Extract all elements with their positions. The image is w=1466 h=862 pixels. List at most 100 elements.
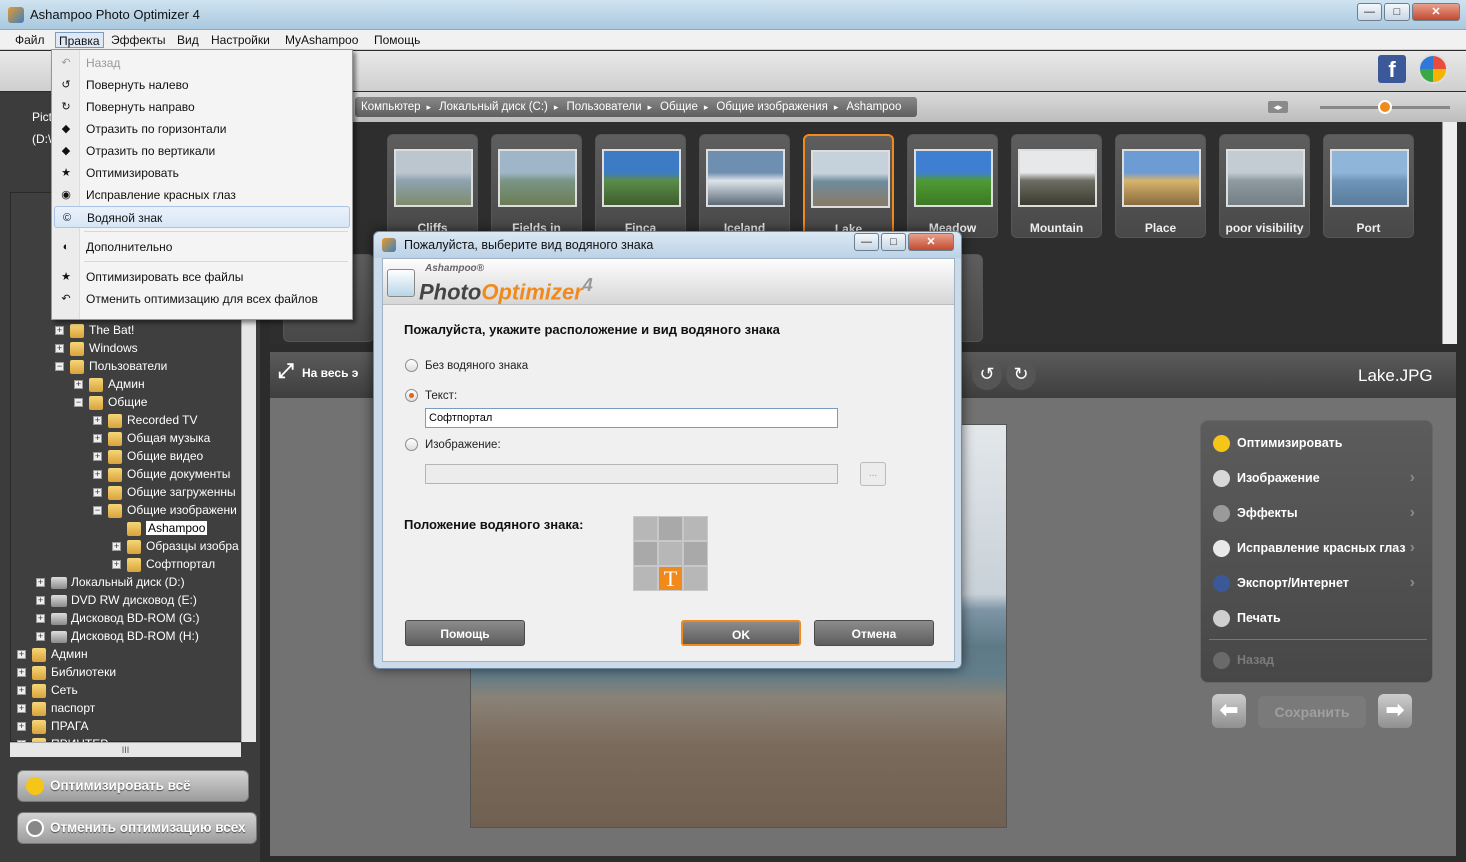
expand-toggle-icon[interactable]: + (55, 326, 64, 336)
expand-toggle-icon[interactable]: − (93, 506, 102, 516)
tree-node[interactable]: + Общие видео (93, 447, 203, 465)
position-middle-right[interactable] (683, 541, 708, 566)
menu-file[interactable]: Файл (12, 32, 48, 48)
action-facebook[interactable]: Экспорт/Интернет › (1211, 572, 1421, 594)
image-watermark-radio[interactable] (405, 438, 418, 451)
thumbnail[interactable]: Meadow (907, 134, 998, 238)
menu-item[interactable]: ◆ Отразить по горизонтали (54, 118, 350, 140)
thumbnail[interactable]: Iceland (699, 134, 790, 238)
dialog-minimize-button[interactable]: — (854, 233, 879, 251)
position-bottom-right[interactable] (683, 566, 708, 591)
menu-effects[interactable]: Эффекты (108, 32, 169, 48)
picasa-icon[interactable] (1418, 54, 1448, 84)
expand-toggle-icon[interactable]: + (36, 614, 45, 624)
watermark-text-input[interactable] (425, 408, 838, 428)
action-eye[interactable]: Исправление красных глаз › (1211, 537, 1421, 559)
watermark-image-path-input[interactable] (425, 464, 838, 484)
tree-node[interactable]: + Локальный диск (D:) (36, 573, 185, 591)
tree-node[interactable]: + Софтпортал (112, 555, 215, 573)
breadcrumb-item[interactable]: Локальный диск (C:) (439, 101, 548, 113)
tree-top-item[interactable]: Pict (32, 110, 52, 124)
save-button[interactable]: Сохранить (1258, 696, 1366, 728)
rotate-left-icon[interactable]: ↺ (972, 360, 1002, 390)
next-image-button[interactable]: ➡ (1378, 694, 1412, 728)
thumbnail[interactable]: Fields in Summe (491, 134, 582, 249)
thumbnail-scrollbar[interactable] (1442, 122, 1457, 344)
breadcrumb-chevron-icon[interactable]: ▸ (704, 102, 709, 113)
tree-node[interactable]: + Общие документы (93, 465, 230, 483)
expand-toggle-icon[interactable]: + (93, 488, 102, 498)
tree-node[interactable]: + Дисковод BD-ROM (H:) (36, 627, 199, 645)
thumbnail[interactable]: Mountain (1011, 134, 1102, 238)
menu-item[interactable]: ◉ Исправление красных глаз (54, 184, 350, 206)
expand-toggle-icon[interactable]: + (93, 416, 102, 426)
thumbnail[interactable]: Cliffs (387, 134, 478, 238)
expand-toggle-icon[interactable]: + (93, 470, 102, 480)
menu-item[interactable]: ★ Оптимизировать все файлы (54, 266, 350, 288)
expand-toggle-icon[interactable]: + (112, 560, 121, 570)
tree-node[interactable]: + ПРАГА (17, 717, 89, 735)
position-top-right[interactable] (683, 516, 708, 541)
breadcrumb-item[interactable]: Общие изображения (716, 101, 827, 113)
action-image-adjust[interactable]: Изображение › (1211, 467, 1421, 489)
cancel-button[interactable]: Отмена (814, 620, 934, 646)
no-watermark-radio[interactable] (405, 359, 418, 372)
tree-node[interactable]: + паспорт (17, 699, 95, 717)
menu-item[interactable]: ◆ Отразить по вертикали (54, 140, 350, 162)
position-top-left[interactable] (633, 516, 658, 541)
menu-item[interactable]: ↺ Повернуть налево (54, 74, 350, 96)
browse-button[interactable]: ... (860, 462, 886, 486)
text-watermark-radio[interactable] (405, 389, 418, 402)
tree-node[interactable]: − Общие (74, 393, 147, 411)
view-toggle-icon[interactable]: ◂▸ (1268, 101, 1288, 113)
menu-view[interactable]: Вид (174, 32, 202, 48)
tree-node[interactable]: + Recorded TV (93, 411, 197, 429)
expand-toggle-icon[interactable]: + (112, 542, 121, 552)
menu-myashampoo[interactable]: MyAshampoo (282, 32, 361, 48)
tree-node[interactable]: + Админ (74, 375, 145, 393)
minimize-button[interactable]: — (1357, 3, 1382, 21)
dialog-close-button[interactable]: ✕ (908, 233, 954, 251)
expand-toggle-icon[interactable]: + (36, 578, 45, 588)
expand-toggle-icon[interactable]: + (17, 650, 26, 660)
position-middle-left[interactable] (633, 541, 658, 566)
tree-node[interactable]: + Общая музыка (93, 429, 210, 447)
tree-node[interactable]: + Админ (17, 645, 88, 663)
tree-node[interactable]: + Сеть (17, 681, 78, 699)
breadcrumb-chevron-icon[interactable]: ▸ (834, 102, 839, 113)
expand-toggle-icon[interactable]: + (36, 632, 45, 642)
menu-edit[interactable]: Правка (55, 32, 104, 48)
maximize-button[interactable]: □ (1384, 3, 1410, 21)
help-button[interactable]: Помощь (405, 620, 525, 646)
breadcrumb-chevron-icon[interactable]: ▸ (427, 102, 432, 113)
previous-image-button[interactable]: ⬅ (1212, 694, 1246, 728)
breadcrumb-chevron-icon[interactable]: ▸ (648, 102, 653, 113)
optimize-all-button[interactable]: Оптимизировать всё (17, 770, 249, 802)
expand-toggle-icon[interactable]: + (17, 722, 26, 732)
tree-node[interactable]: + Образцы изобра (112, 537, 239, 555)
expand-toggle-icon[interactable]: + (93, 452, 102, 462)
action-effects[interactable]: Эффекты › (1211, 502, 1421, 524)
expand-toggle-icon[interactable]: + (17, 668, 26, 678)
menu-settings[interactable]: Настройки (208, 32, 273, 48)
tree-top-item[interactable]: (D:\ (32, 132, 51, 146)
thumbnail[interactable]: Finca (595, 134, 686, 238)
tree-node[interactable]: + Windows (55, 339, 138, 357)
tree-node[interactable]: Ashampoo (112, 519, 208, 537)
tree-node[interactable]: + The Bat! (55, 321, 134, 339)
position-top-center[interactable] (658, 516, 683, 541)
breadcrumb-item[interactable]: Общие (660, 101, 698, 113)
action-star[interactable]: Оптимизировать (1211, 432, 1421, 454)
expand-toggle-icon[interactable]: + (74, 380, 83, 390)
thumbnail[interactable]: Lake (803, 134, 894, 238)
close-button[interactable]: ✕ (1412, 3, 1460, 21)
rotate-right-icon[interactable]: ↻ (1006, 360, 1036, 390)
breadcrumb-chevron-icon[interactable]: ▸ (554, 102, 559, 113)
thumbnail[interactable]: Port (1323, 134, 1414, 238)
tree-node[interactable]: + Библиотеки (17, 663, 116, 681)
position-bottom-left[interactable] (633, 566, 658, 591)
position-bottom-center[interactable]: T (658, 566, 683, 591)
tree-node[interactable]: − Пользователи (55, 357, 167, 375)
expand-toggle-icon[interactable]: + (36, 596, 45, 606)
expand-toggle-icon[interactable]: + (55, 344, 64, 354)
